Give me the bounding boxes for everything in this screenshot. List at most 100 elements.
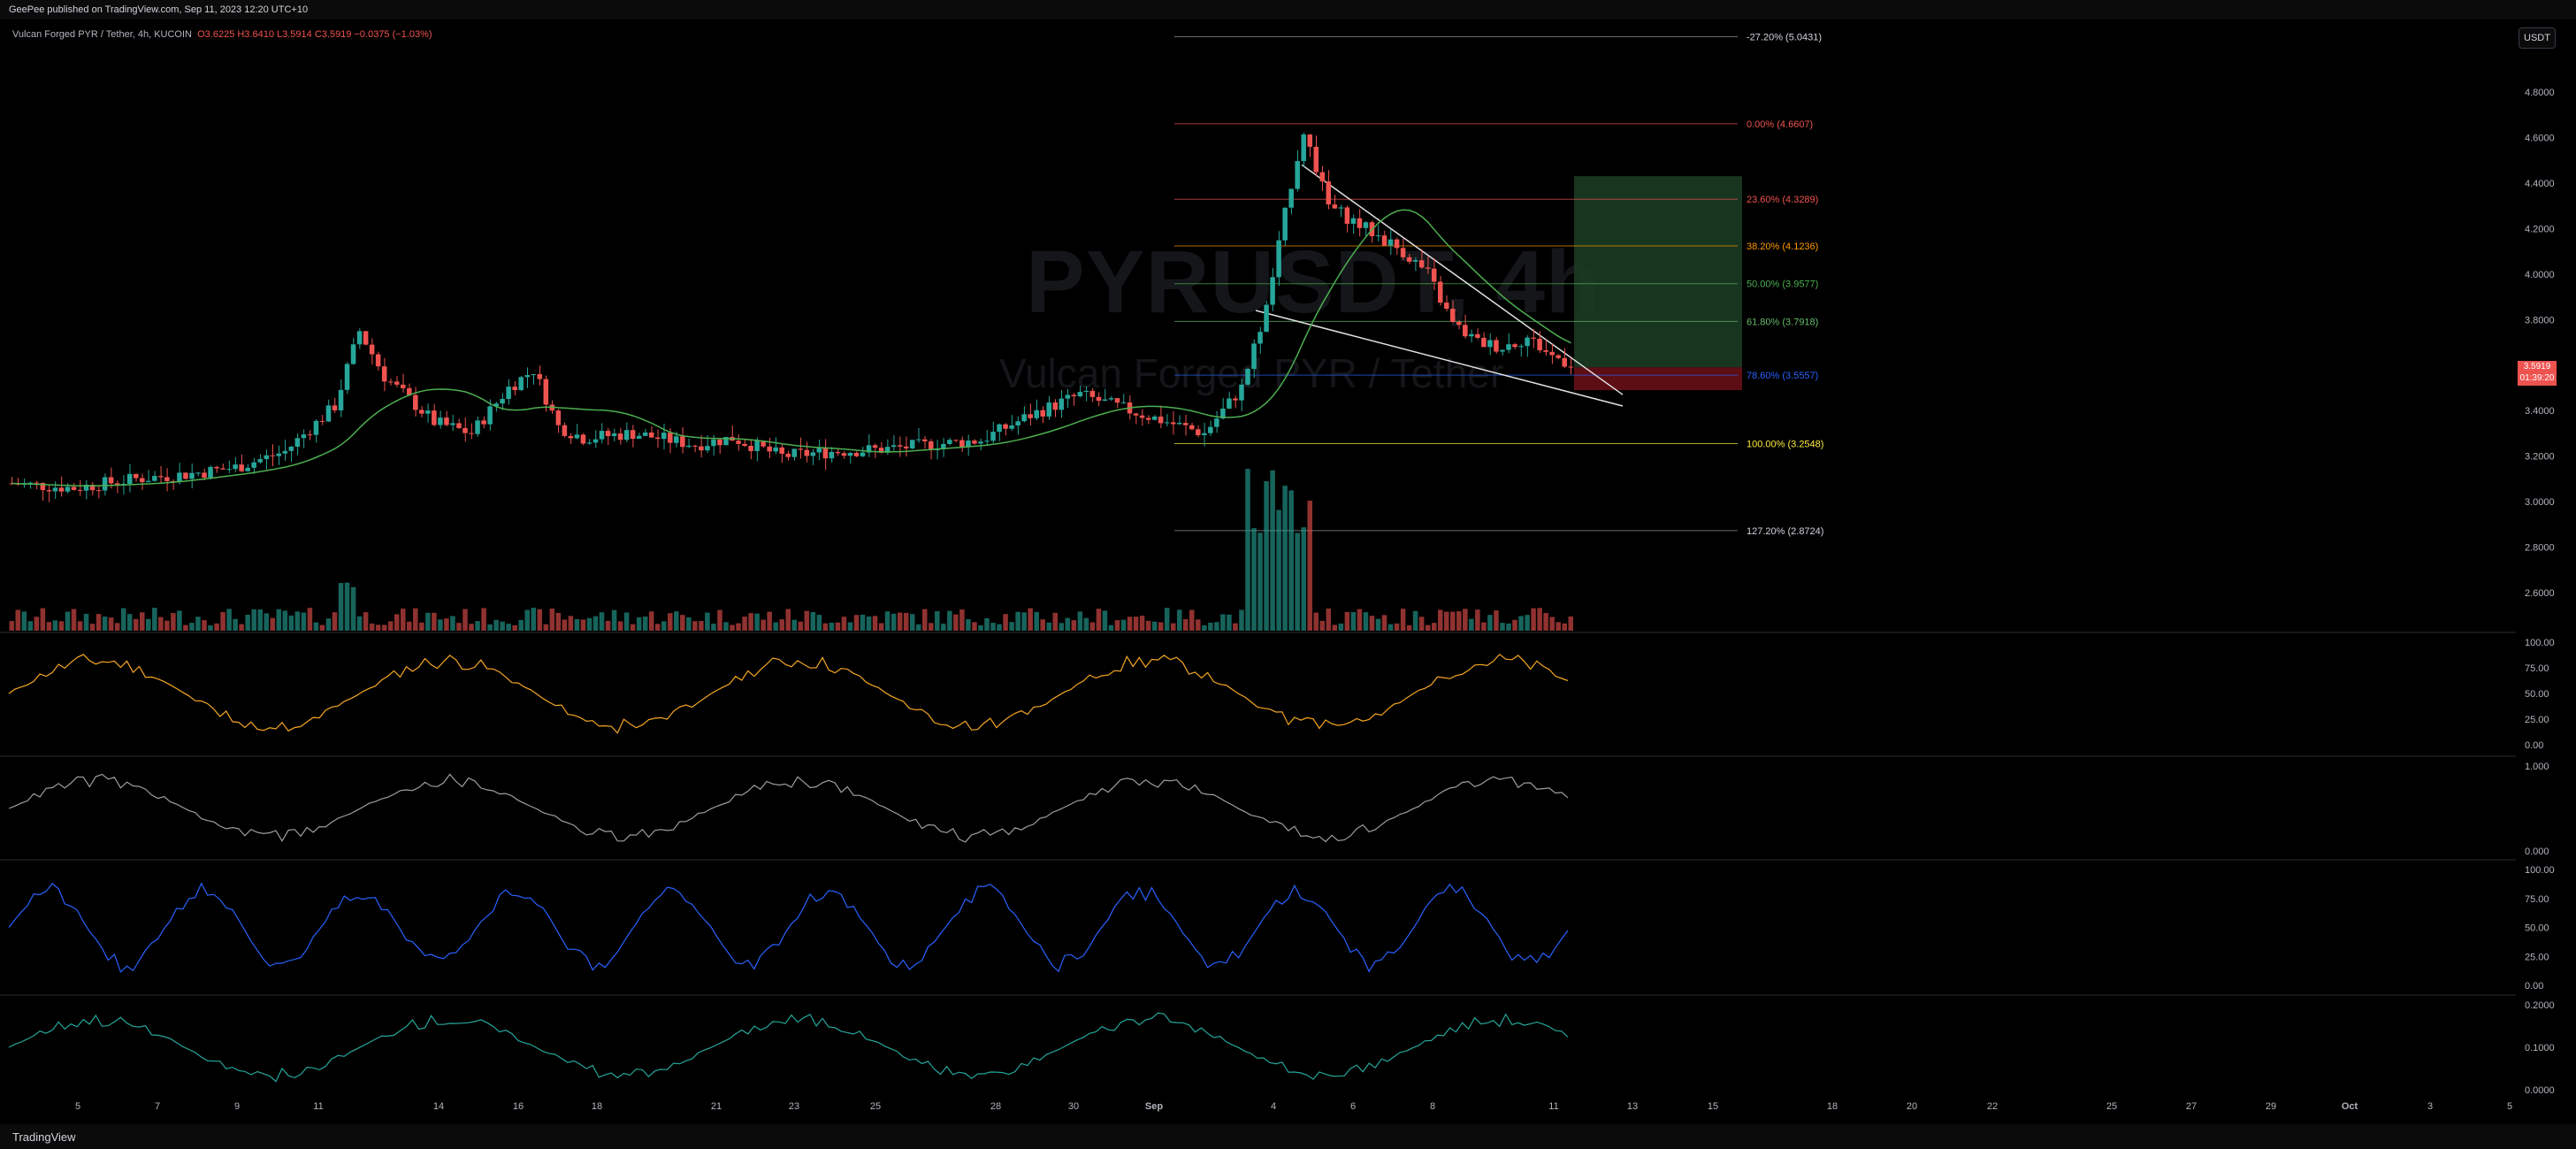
candle-body [1412, 260, 1418, 262]
candle-body [381, 366, 387, 382]
candle-body [680, 436, 685, 448]
volume-bar [1412, 610, 1418, 631]
candle-body [1276, 240, 1281, 278]
volume-bar [413, 608, 418, 631]
candle-body [1245, 369, 1250, 385]
volume-bar [1307, 500, 1312, 631]
volume-bar [730, 624, 735, 631]
volume-bar [1450, 611, 1456, 631]
volume-bar [438, 619, 443, 631]
volume-bar [1257, 532, 1263, 631]
candle-body [531, 374, 537, 376]
candle-body [1357, 218, 1363, 228]
candle-body [829, 451, 835, 459]
time-tick-label: 11 [1548, 1101, 1558, 1112]
price-tick-label: 4.2000 [2525, 224, 2555, 234]
price-tick-label: 3.4000 [2525, 406, 2555, 417]
candle-body [363, 331, 369, 345]
candle-body [1463, 325, 1468, 337]
rsi-pane-line [8, 653, 1569, 734]
volume-bar [661, 621, 667, 631]
candle-body [46, 490, 52, 492]
volume-bar [1264, 481, 1269, 631]
price-tick-label: 4.6000 [2525, 133, 2555, 143]
volume-bar [580, 619, 586, 631]
candle-body [282, 450, 288, 454]
volume-bar [102, 617, 108, 631]
volume-bar [338, 583, 344, 631]
volume-bar [972, 622, 977, 631]
volume-bar [220, 611, 225, 631]
candle-body [438, 417, 443, 425]
volume-bar [1270, 470, 1275, 631]
candle-body [450, 423, 455, 425]
volume-bar [332, 612, 338, 631]
macd-pane-tick-label: 0.0000 [2525, 1085, 2555, 1096]
volume-bar [1525, 615, 1530, 631]
volume-bar [133, 618, 139, 631]
volume-bar [804, 610, 810, 631]
candle-body [605, 431, 611, 437]
volume-bar [1394, 623, 1400, 631]
volume-bar [1276, 509, 1281, 631]
candle-body [1518, 346, 1524, 348]
rsi-pane-tick-label: 0.00 [2525, 740, 2543, 751]
candle-body [568, 435, 574, 439]
candle-body [1264, 304, 1269, 333]
volume-bar [1431, 623, 1437, 631]
volume-bar [947, 610, 952, 631]
volume-bar [822, 623, 829, 631]
fib-label: 23.60% (4.3289) [1747, 195, 1818, 205]
volume-bar [1127, 617, 1133, 631]
candle-body [661, 433, 667, 440]
candle-body [592, 439, 599, 443]
candle-body [512, 387, 517, 391]
candle-body [1096, 396, 1102, 402]
volume-bar [829, 623, 835, 631]
time-tick-label: 11 [313, 1101, 323, 1112]
volume-bar [214, 623, 219, 631]
candle-body [599, 431, 605, 440]
stoch-pane-tick-label: 100.00 [2525, 865, 2555, 876]
candle-body [835, 451, 841, 454]
volume-bar [623, 612, 630, 631]
candle-body [1120, 402, 1127, 403]
volume-bar [791, 619, 798, 631]
volume-bar [773, 622, 778, 631]
volume-bar [785, 609, 791, 631]
target-zone [1574, 176, 1742, 368]
volume-bar [1083, 617, 1089, 631]
volume-bar [592, 616, 599, 631]
fib-label: 61.80% (3.7918) [1747, 317, 1818, 327]
candle-body [773, 447, 778, 452]
candle-body [674, 436, 679, 443]
volume-bar [1170, 623, 1176, 631]
candle-body [1202, 433, 1207, 436]
candle-body [1556, 355, 1561, 358]
price-chart[interactable]: -27.20% (5.0431) 0.00% (4.6607) 23.60% (4.… [0, 19, 2576, 1124]
candle-body [1176, 423, 1182, 425]
candle-body [1257, 332, 1263, 344]
candle-body [1450, 308, 1456, 322]
candle-body [586, 442, 592, 444]
volume-bar [1549, 617, 1555, 631]
candle-body [245, 467, 250, 471]
price-axis: 4.80004.60004.40004.20004.00003.80003.60… [2525, 88, 2555, 599]
volume-bar [1537, 608, 1542, 631]
volume-bar [860, 614, 866, 631]
volume-bar [369, 623, 375, 631]
volume-bar [387, 621, 394, 631]
volume-bar [1015, 611, 1020, 631]
fib-label: -27.20% (5.0431) [1747, 32, 1822, 42]
volume-bar [1469, 618, 1474, 631]
candle-body [164, 477, 170, 481]
price-tick-label: 4.8000 [2525, 88, 2555, 98]
volume-bar [350, 586, 356, 631]
volume-bar [1065, 617, 1071, 631]
candle-body [922, 439, 928, 442]
price-tick-label: 2.8000 [2525, 543, 2555, 554]
last-price-value: 3.5919 [2523, 362, 2551, 372]
volume-bar [1189, 609, 1195, 631]
volume-bar [742, 617, 747, 631]
volume-bar [1108, 624, 1114, 631]
